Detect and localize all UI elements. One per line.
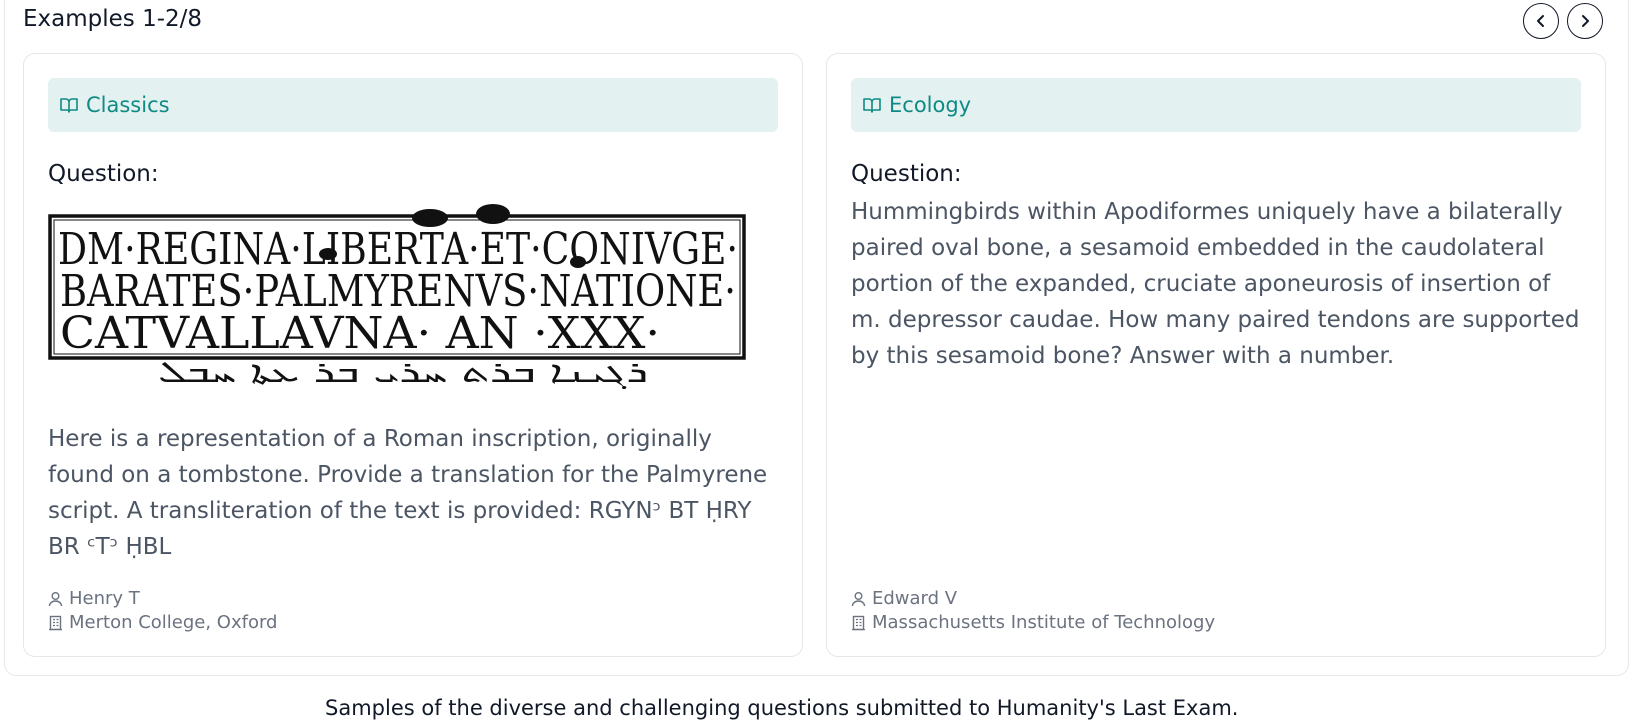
user-icon	[48, 591, 63, 606]
palmyrene-script: ܪܓܝܢܐ ܒܪܬ ܚܪܝ ܒܪ ܥܬܐ ܚܒܠ	[158, 355, 648, 390]
author-name: Henry T	[69, 588, 140, 609]
institution: Massachusetts Institute of Technology	[851, 612, 1215, 633]
question-text: Hummingbirds within Apodiformes uniquely…	[851, 199, 1580, 369]
prev-button[interactable]	[1523, 3, 1559, 39]
author-name: Edward V	[872, 588, 958, 609]
book-open-icon	[863, 98, 881, 113]
examples-title: Examples 1-2/8	[23, 6, 203, 32]
question-text: Here is a representation of a Roman insc…	[48, 426, 768, 560]
book-open-icon	[60, 98, 78, 113]
author: Edward V	[851, 588, 957, 609]
user-icon	[851, 591, 866, 606]
institution: Merton College, Oxford	[48, 612, 278, 633]
next-button[interactable]	[1567, 3, 1603, 39]
subject-badge: Classics	[48, 78, 778, 132]
author: Henry T	[48, 588, 140, 609]
building-icon	[852, 615, 865, 630]
question-label: Question:	[851, 161, 962, 187]
question-label: Question:	[48, 161, 159, 187]
institution-name: Massachusetts Institute of Technology	[872, 612, 1216, 633]
building-icon	[49, 615, 62, 630]
inscription-line-3: CATVALLAVNA· AN ·XXX·	[60, 308, 660, 359]
chevron-left-icon	[1537, 15, 1544, 27]
example-card: Ecology Question: Hummingbirds within Ap…	[826, 53, 1606, 657]
footer-caption: Samples of the diverse and challenging q…	[325, 696, 1239, 720]
chevron-right-icon	[1582, 15, 1589, 27]
institution-name: Merton College, Oxford	[69, 612, 278, 633]
subject-label: Ecology	[889, 93, 972, 117]
subject-badge: Ecology	[851, 78, 1581, 132]
example-card: Classics Question: DM·REGINA·LIBERTA·ET·…	[23, 53, 803, 657]
subject-label: Classics	[86, 93, 170, 117]
